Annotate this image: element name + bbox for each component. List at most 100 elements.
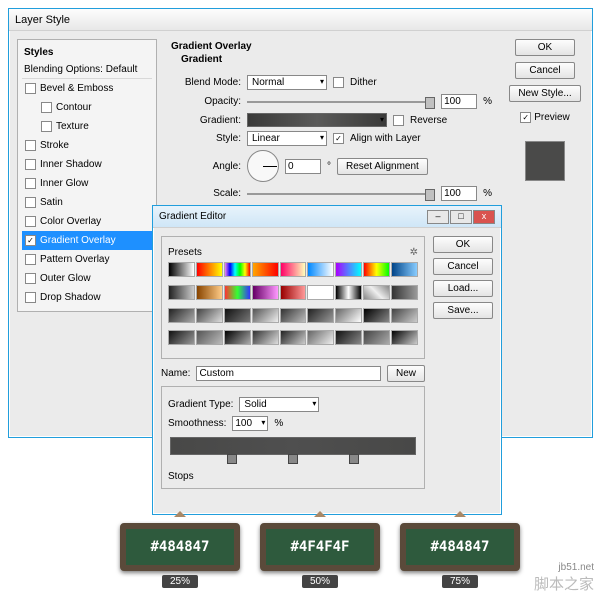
preset-swatch[interactable] (363, 262, 390, 277)
style-checkbox[interactable] (25, 273, 36, 284)
preset-swatch[interactable] (168, 330, 195, 345)
reset-alignment-button[interactable]: Reset Alignment (337, 158, 428, 175)
preset-swatch[interactable] (391, 330, 418, 345)
ok-button[interactable]: OK (515, 39, 575, 56)
preset-swatch[interactable] (196, 285, 223, 300)
style-checkbox[interactable] (41, 102, 52, 113)
gear-icon[interactable]: ✲ (410, 247, 418, 258)
align-label: Align with Layer (350, 133, 421, 144)
preset-swatch[interactable] (307, 262, 334, 277)
style-row-bevel-emboss[interactable]: Bevel & Emboss (22, 79, 152, 98)
style-row-color-overlay[interactable]: Color Overlay (22, 212, 152, 231)
style-checkbox[interactable] (25, 197, 36, 208)
preset-swatch[interactable] (196, 330, 223, 345)
preset-swatch[interactable] (280, 330, 307, 345)
preset-swatch[interactable] (168, 262, 195, 277)
preset-swatch[interactable] (363, 285, 390, 300)
preset-swatch[interactable] (196, 262, 223, 277)
preset-swatch[interactable] (224, 285, 251, 300)
style-row-stroke[interactable]: Stroke (22, 136, 152, 155)
style-checkbox[interactable] (25, 159, 36, 170)
style-checkbox[interactable] (25, 140, 36, 151)
style-row-contour[interactable]: Contour (22, 98, 152, 117)
gradient-stop[interactable] (288, 454, 298, 464)
new-style-button[interactable]: New Style... (509, 85, 580, 102)
ge-ok-button[interactable]: OK (433, 236, 493, 253)
minimize-icon[interactable]: – (427, 210, 449, 224)
gradient-stop[interactable] (349, 454, 359, 464)
preset-swatch[interactable] (335, 285, 362, 300)
ge-load-button[interactable]: Load... (433, 280, 493, 297)
preset-swatch[interactable] (335, 262, 362, 277)
gradient-bar[interactable] (170, 437, 416, 455)
preset-swatch[interactable] (252, 308, 279, 323)
scale-input[interactable]: 100 (441, 186, 477, 201)
preset-swatch[interactable] (168, 308, 195, 323)
preset-swatch[interactable] (391, 308, 418, 323)
reverse-checkbox[interactable] (393, 115, 404, 126)
preset-swatch[interactable] (335, 308, 362, 323)
preset-swatch[interactable] (252, 330, 279, 345)
preset-swatch[interactable] (335, 330, 362, 345)
preset-swatch[interactable] (224, 330, 251, 345)
preset-swatch[interactable] (168, 285, 195, 300)
style-row-gradient-overlay[interactable]: Gradient Overlay (22, 231, 152, 250)
preset-swatch[interactable] (252, 262, 279, 277)
style-checkbox[interactable] (25, 292, 36, 303)
styles-header[interactable]: Styles (22, 44, 152, 61)
style-row-texture[interactable]: Texture (22, 117, 152, 136)
preset-swatch[interactable] (224, 308, 251, 323)
preset-swatch[interactable] (280, 262, 307, 277)
style-checkbox[interactable] (25, 178, 36, 189)
preset-swatch[interactable] (196, 308, 223, 323)
preview-label: Preview (534, 112, 570, 123)
preset-swatch[interactable] (307, 285, 334, 300)
style-checkbox[interactable] (25, 235, 36, 246)
preset-swatch[interactable] (307, 308, 334, 323)
preset-swatch[interactable] (224, 262, 251, 277)
style-select[interactable]: Linear (247, 131, 327, 146)
style-checkbox[interactable] (41, 121, 52, 132)
style-row-satin[interactable]: Satin (22, 193, 152, 212)
opacity-input[interactable]: 100 (441, 94, 477, 109)
angle-dial[interactable] (247, 150, 279, 182)
angle-label: Angle: (171, 161, 241, 172)
align-checkbox[interactable] (333, 133, 344, 144)
ge-cancel-button[interactable]: Cancel (433, 258, 493, 275)
gradient-picker[interactable] (247, 113, 387, 127)
preset-swatch[interactable] (363, 330, 390, 345)
style-checkbox[interactable] (25, 216, 36, 227)
scale-slider[interactable] (247, 187, 435, 201)
preset-swatch[interactable] (280, 308, 307, 323)
blend-mode-select[interactable]: Normal (247, 75, 327, 90)
preset-swatch[interactable] (252, 285, 279, 300)
dither-checkbox[interactable] (333, 77, 344, 88)
style-row-pattern-overlay[interactable]: Pattern Overlay (22, 250, 152, 269)
preset-swatch[interactable] (307, 330, 334, 345)
preview-checkbox[interactable] (520, 112, 531, 123)
preset-swatch[interactable] (391, 262, 418, 277)
preset-swatch[interactable] (363, 308, 390, 323)
style-row-drop-shadow[interactable]: Drop Shadow (22, 288, 152, 307)
maximize-icon[interactable]: □ (450, 210, 472, 224)
angle-input[interactable]: 0 (285, 159, 321, 174)
style-checkbox[interactable] (25, 83, 36, 94)
ge-save-button[interactable]: Save... (433, 302, 493, 319)
close-icon[interactable]: x (473, 210, 495, 224)
style-row-inner-shadow[interactable]: Inner Shadow (22, 155, 152, 174)
blending-options[interactable]: Blending Options: Default (22, 61, 152, 79)
gradient-type-select[interactable]: Solid (239, 397, 319, 412)
cancel-button[interactable]: Cancel (515, 62, 575, 79)
preset-swatch[interactable] (391, 285, 418, 300)
preset-swatch[interactable] (280, 285, 307, 300)
style-checkbox[interactable] (25, 254, 36, 265)
gradient-stop[interactable] (227, 454, 237, 464)
new-button[interactable]: New (387, 365, 425, 382)
scale-label: Scale: (171, 188, 241, 199)
style-row-inner-glow[interactable]: Inner Glow (22, 174, 152, 193)
smoothness-input[interactable]: 100 (232, 416, 268, 431)
opacity-slider[interactable] (247, 95, 435, 109)
name-input[interactable] (196, 366, 381, 381)
style-row-outer-glow[interactable]: Outer Glow (22, 269, 152, 288)
presets-label: Presets (168, 247, 202, 258)
